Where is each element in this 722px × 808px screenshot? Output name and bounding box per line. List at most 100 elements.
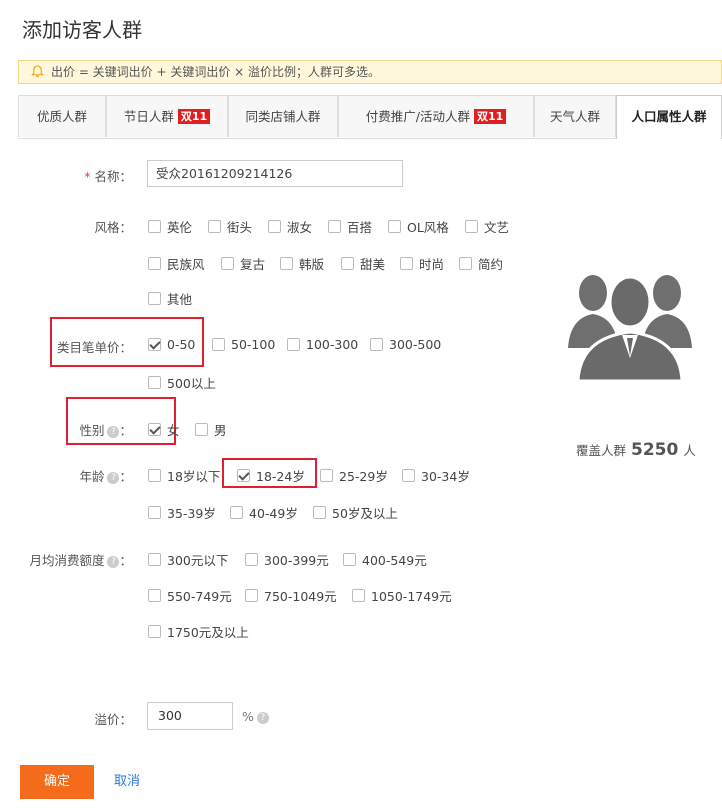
checkbox[interactable] [388,220,401,233]
age-option[interactable]: 40-49岁 [230,503,298,522]
notice-text: 出价 = 关键词出价 + 关键词出价 × 溢价比例；人群可多选。 [51,65,381,79]
checkbox[interactable] [237,469,250,482]
checkbox[interactable] [148,376,161,389]
tab-weather[interactable]: 天气人群 [534,95,616,137]
gender-option[interactable]: 男 [195,420,227,439]
help-icon[interactable]: ? [107,472,120,484]
checkbox[interactable] [341,257,354,270]
checkbox[interactable] [148,589,161,602]
style-option[interactable]: 复古 [221,254,265,273]
help-icon[interactable]: ? [107,556,120,568]
checkbox[interactable] [370,338,383,351]
audience-group-icon [568,275,692,383]
checkbox[interactable] [148,220,161,233]
age-option[interactable]: 25-29岁 [320,466,388,485]
checkbox[interactable] [402,469,415,482]
style-label: 风格： [94,220,132,235]
style-option[interactable]: 其他 [148,289,192,308]
coverage-number: 5250 [631,440,679,460]
checkbox[interactable] [343,553,356,566]
spend-option[interactable]: 300元以下 [148,550,228,569]
age-option[interactable]: 30-34岁 [402,466,470,485]
style-option[interactable]: 时尚 [400,254,444,273]
confirm-button[interactable]: 确定 [20,765,94,799]
help-icon[interactable]: ? [256,712,269,724]
checkbox[interactable] [287,338,300,351]
checkbox[interactable] [465,220,478,233]
spend-option[interactable]: 550-749元 [148,586,232,605]
cancel-link[interactable]: 取消 [114,765,140,799]
premium-input[interactable]: 300 [147,702,233,730]
required-asterisk: * [84,169,91,184]
checkbox[interactable] [320,469,333,482]
age-option[interactable]: 50岁及以上 [313,503,398,522]
checkbox[interactable] [400,257,413,270]
tab-label: 节日人群 [123,109,174,124]
checkbox[interactable] [313,506,326,519]
spend-option[interactable]: 400-549元 [343,550,427,569]
name-label: * 名称： [84,169,132,184]
checkbox[interactable] [148,506,161,519]
checkbox[interactable] [212,338,225,351]
price-label: 类目笔单价： [56,340,132,355]
checkbox[interactable] [245,589,258,602]
price-option[interactable]: 300-500 [370,337,441,352]
checkbox[interactable] [328,220,341,233]
style-option[interactable]: 英伦 [148,217,192,236]
tab-similar-shop[interactable]: 同类店铺人群 [228,95,338,137]
tab-holiday[interactable]: 节日人群 双11 [106,95,228,137]
checkbox[interactable] [221,257,234,270]
checkbox[interactable] [208,220,221,233]
checkbox[interactable] [245,553,258,566]
tab-label: 同类店铺人群 [245,109,321,124]
price-option[interactable]: 50-100 [212,337,275,352]
checkbox[interactable] [148,553,161,566]
coverage-count: 覆盖人群 5250 人 [576,440,696,460]
style-option[interactable]: 文艺 [465,217,509,236]
age-option[interactable]: 18岁以下 [148,466,220,485]
tab-paid-promo[interactable]: 付费推广/活动人群 双11 [338,95,534,137]
spend-option[interactable]: 1750元及以上 [148,622,249,641]
page-title: 添加访客人群 [22,18,142,42]
checkbox[interactable] [195,423,208,436]
style-option[interactable]: 淑女 [268,217,312,236]
checkbox[interactable] [268,220,281,233]
checkbox[interactable] [459,257,472,270]
checkbox[interactable] [230,506,243,519]
premium-unit: %? [242,709,269,724]
checkbox[interactable] [148,338,161,351]
age-label: 年龄?： [79,469,132,484]
style-option[interactable]: 韩版 [280,254,324,273]
spend-option[interactable]: 750-1049元 [245,586,337,605]
age-option[interactable]: 35-39岁 [148,503,216,522]
price-option[interactable]: 100-300 [287,337,358,352]
bell-icon [31,65,44,78]
spend-option[interactable]: 1050-1749元 [352,586,452,605]
price-option[interactable]: 500以上 [148,373,216,392]
checkbox[interactable] [148,292,161,305]
double11-badge: 双11 [473,109,507,124]
tab-quality[interactable]: 优质人群 [18,95,106,137]
style-option[interactable]: 百搭 [328,217,372,236]
price-option[interactable]: 0-50 [148,337,195,352]
checkbox[interactable] [280,257,293,270]
style-option[interactable]: 街头 [208,217,252,236]
style-option[interactable]: OL风格 [388,217,449,236]
checkbox[interactable] [352,589,365,602]
name-input[interactable]: 受众20161209214126 [147,160,403,187]
checkbox[interactable] [148,469,161,482]
tab-label: 优质人群 [36,109,87,124]
checkbox[interactable] [148,625,161,638]
tab-label: 人口属性人群 [631,109,707,124]
age-option[interactable]: 18-24岁 [237,466,305,485]
help-icon[interactable]: ? [107,426,120,438]
checkbox[interactable] [148,423,161,436]
style-option[interactable]: 甜美 [341,254,385,273]
gender-option[interactable]: 女 [148,420,180,439]
tab-demographics[interactable]: 人口属性人群 [616,95,722,139]
style-option[interactable]: 民族风 [148,254,205,273]
style-option[interactable]: 简约 [459,254,503,273]
spend-label: 月均消费额度?： [29,553,132,568]
spend-option[interactable]: 300-399元 [245,550,329,569]
checkbox[interactable] [148,257,161,270]
